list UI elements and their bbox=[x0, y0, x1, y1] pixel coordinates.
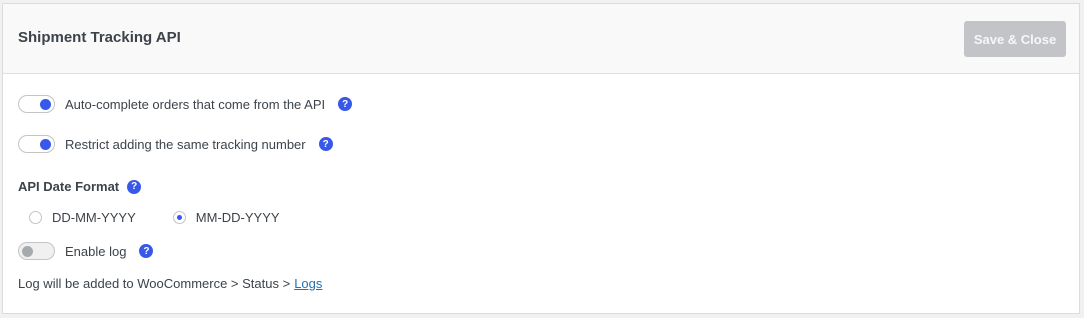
auto-complete-row: Auto-complete orders that come from the … bbox=[18, 95, 353, 113]
help-icon[interactable]: ? bbox=[127, 179, 142, 194]
panel-header: Shipment Tracking API Save & Close bbox=[3, 4, 1079, 74]
restrict-duplicate-toggle[interactable] bbox=[18, 135, 55, 153]
auto-complete-label: Auto-complete orders that come from the … bbox=[65, 96, 326, 112]
date-format-options: DD-MM-YYYY MM-DD-YYYY bbox=[29, 210, 280, 225]
log-note-row: Log will be added to WooCommerce > Statu… bbox=[18, 276, 322, 291]
toggle-knob bbox=[40, 99, 51, 110]
date-format-heading: API Date Format ? bbox=[18, 179, 142, 194]
restrict-duplicate-row: Restrict adding the same tracking number… bbox=[18, 135, 333, 153]
toggle-knob bbox=[22, 246, 33, 257]
enable-log-label: Enable log bbox=[65, 243, 127, 259]
enable-log-row: Enable log ? bbox=[18, 242, 154, 260]
logs-link[interactable]: Logs bbox=[294, 276, 322, 291]
date-format-label: API Date Format bbox=[18, 179, 120, 194]
toggle-knob bbox=[40, 139, 51, 150]
auto-complete-toggle[interactable] bbox=[18, 95, 55, 113]
help-icon[interactable]: ? bbox=[318, 137, 333, 151]
help-icon[interactable]: ? bbox=[338, 97, 353, 111]
help-icon[interactable]: ? bbox=[139, 244, 154, 258]
panel-title: Shipment Tracking API bbox=[18, 29, 181, 46]
enable-log-toggle[interactable] bbox=[18, 242, 55, 260]
radio-dd-mm-yyyy[interactable] bbox=[29, 211, 42, 224]
radio-label-mm-dd-yyyy: MM-DD-YYYY bbox=[195, 210, 280, 225]
save-close-button[interactable]: Save & Close bbox=[964, 21, 1066, 57]
radio-label-dd-mm-yyyy: DD-MM-YYYY bbox=[52, 210, 136, 225]
restrict-duplicate-label: Restrict adding the same tracking number bbox=[65, 136, 306, 152]
settings-panel: Shipment Tracking API Save & Close Auto-… bbox=[2, 3, 1080, 314]
log-note-text: Log will be added to WooCommerce > Statu… bbox=[18, 276, 291, 291]
radio-mm-dd-yyyy[interactable] bbox=[172, 211, 186, 224]
